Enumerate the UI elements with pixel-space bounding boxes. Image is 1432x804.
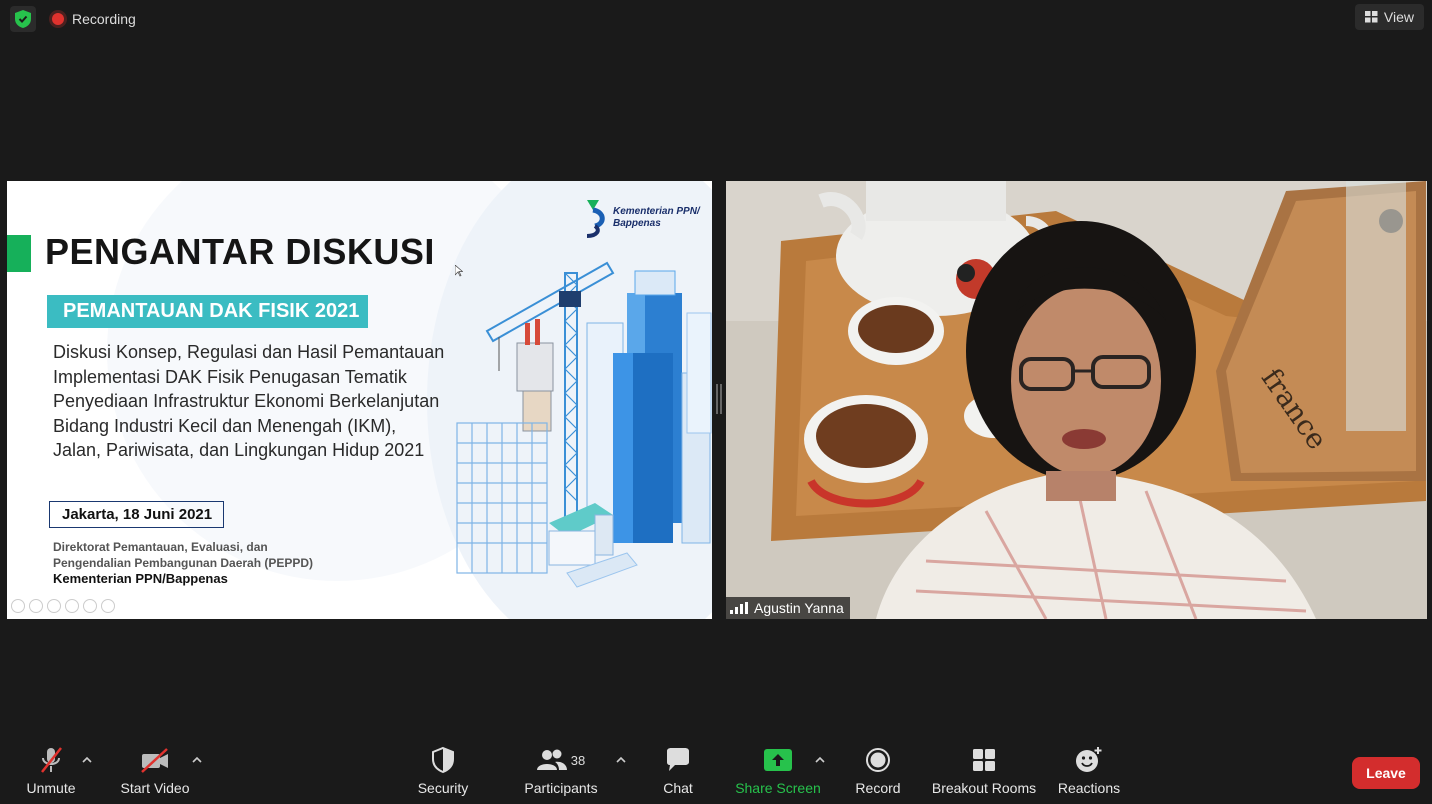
video-off-icon: [139, 740, 171, 780]
city-construction-illustration: [456, 261, 712, 588]
leave-button[interactable]: Leave: [1352, 757, 1420, 789]
description-line: Implementasi DAK Fisik Penugasan Tematik: [53, 366, 407, 387]
share-options-chevron-up-icon[interactable]: [813, 752, 827, 766]
breakout-rooms-button[interactable]: Breakout Rooms: [930, 740, 1038, 804]
shared-screen-slide: PENGANTAR DISKUSI PEMANTAUAN DAK FISIK 2…: [7, 181, 712, 619]
unmute-label: Unmute: [26, 780, 76, 796]
title-accent-bar: [7, 235, 31, 272]
unmute-button[interactable]: Unmute: [18, 740, 84, 804]
description-line: Diskusi Konsep, Regulasi dan Hasil Peman…: [53, 342, 445, 362]
start-video-button[interactable]: Start Video: [114, 740, 196, 804]
slide-view-icon[interactable]: [65, 599, 79, 613]
slide-title: PENGANTAR DISKUSI: [45, 231, 435, 272]
participants-label: Participants: [524, 780, 598, 796]
participant-name-tag: Agustin Yanna: [726, 597, 850, 619]
slide-subtitle: PEMANTAUAN DAK FISIK 2021: [47, 295, 368, 328]
slide-more-icon[interactable]: [101, 599, 115, 613]
reactions-button[interactable]: Reactions: [1054, 740, 1124, 804]
start-video-label: Start Video: [120, 780, 190, 796]
microphone-muted-icon: [37, 740, 65, 780]
bappenas-logo-icon: [586, 200, 605, 238]
participants-button[interactable]: 38 Participants: [522, 740, 600, 804]
view-label: View: [1383, 9, 1414, 25]
security-button[interactable]: Security: [410, 740, 476, 804]
shield-icon: [431, 740, 455, 780]
slide-department: Direktorat Pemantauan, Evaluasi, dan Pen…: [53, 540, 314, 570]
description-line: Bidang Industri Kecil dan Menengah (IKM)…: [53, 415, 397, 436]
record-icon: [865, 740, 891, 780]
participants-icon: [536, 749, 567, 770]
description-line: Penyediaan Infrastruktur Ekonomi Berkela…: [53, 391, 440, 411]
record-button[interactable]: Record: [850, 740, 906, 804]
share-screen-label: Share Screen: [735, 780, 821, 796]
participants-options-chevron-up-icon[interactable]: [614, 752, 628, 766]
view-splitter-handle[interactable]: [716, 384, 722, 414]
record-label: Record: [855, 780, 901, 796]
signal-strength-icon: [730, 602, 748, 614]
reactions-label: Reactions: [1057, 780, 1121, 796]
mouse-cursor-icon: [455, 265, 463, 277]
recording-indicator[interactable]: Recording: [46, 6, 142, 32]
participant-video-frame: france: [726, 181, 1427, 619]
chat-button[interactable]: Chat: [650, 740, 706, 804]
recording-label: Recording: [72, 11, 136, 27]
slide-next-icon[interactable]: [29, 599, 43, 613]
zoom-meeting-window: Recording View PENGANTAR DISKUSI PEMANTA…: [0, 0, 1432, 804]
bappenas-logo: Kementerian PPN/ Bappenas: [585, 198, 700, 238]
breakout-rooms-icon: [972, 740, 996, 780]
share-screen-icon: [763, 740, 793, 780]
slide-description: Diskusi Konsep, Regulasi dan Hasil Peman…: [53, 340, 453, 463]
participant-name: Agustin Yanna: [754, 600, 844, 616]
slide-date: Jakarta, 18 Juni 2021: [49, 501, 224, 528]
meeting-controls-toolbar: Unmute Start Video Security 38 Participa…: [0, 740, 1432, 804]
breakout-rooms-label: Breakout Rooms: [931, 780, 1037, 796]
audio-options-chevron-up-icon[interactable]: [80, 752, 94, 766]
recording-dot-icon: [52, 13, 64, 25]
security-shield-icon[interactable]: [10, 6, 36, 32]
chat-bubble-icon: [665, 740, 691, 780]
slide-prev-icon[interactable]: [11, 599, 25, 613]
slide-navigation-controls[interactable]: [11, 599, 115, 613]
logo-line: Kementerian PPN/: [613, 206, 700, 217]
participants-count: 38: [570, 752, 586, 768]
slide-zoom-icon[interactable]: [83, 599, 97, 613]
grid-view-icon: [1364, 11, 1378, 23]
logo-line: Bappenas: [613, 218, 661, 229]
participant-video[interactable]: france Agustin Yanna: [726, 181, 1427, 619]
slide-ministry: Kementerian PPN/Bappenas: [53, 571, 228, 586]
slide-pen-icon[interactable]: [47, 599, 61, 613]
chat-label: Chat: [663, 780, 693, 796]
view-button[interactable]: View: [1354, 4, 1424, 30]
share-screen-button[interactable]: Share Screen: [734, 740, 822, 804]
video-options-chevron-up-icon[interactable]: [190, 752, 204, 766]
smiley-plus-icon: [1074, 740, 1104, 780]
security-label: Security: [417, 780, 469, 796]
description-line: Jalan, Pariwisata, dan Lingkungan Hidup …: [53, 440, 425, 460]
